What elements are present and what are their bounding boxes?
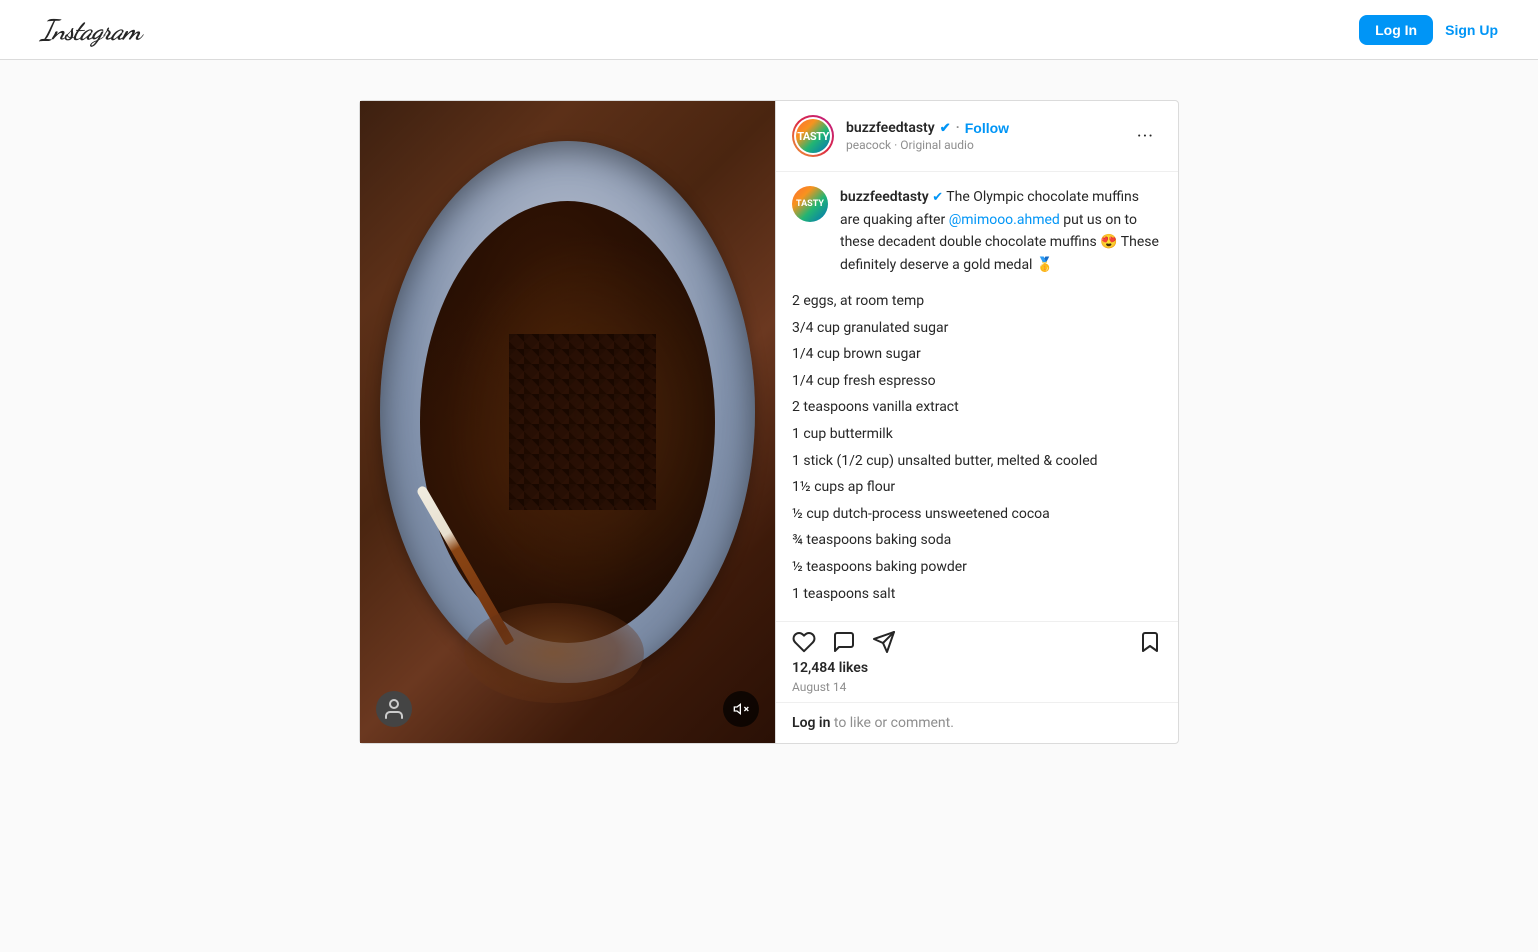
verified-badge-caption: ✔ xyxy=(932,190,943,205)
post-header-username: buzzfeedtasty ✔ · Follow xyxy=(846,120,1129,136)
caption-user-row: TASTY buzzfeedtasty ✔ The Olympic chocol… xyxy=(792,186,1162,276)
caption-area: TASTY buzzfeedtasty ✔ The Olympic chocol… xyxy=(776,172,1178,621)
recipe-item: 1 teaspoons salt xyxy=(792,581,1162,608)
post-image xyxy=(360,101,775,743)
action-icons xyxy=(792,630,1162,654)
follow-button[interactable]: Follow xyxy=(965,120,1009,136)
comment-icon xyxy=(832,630,856,654)
video-controls xyxy=(376,691,759,727)
post-header: TASTY buzzfeedtasty ✔ · Follow peacock ·… xyxy=(776,101,1178,172)
post-header-info: buzzfeedtasty ✔ · Follow peacock · Origi… xyxy=(846,120,1129,152)
person-icon xyxy=(382,697,406,721)
caption-text: buzzfeedtasty ✔ The Olympic chocolate mu… xyxy=(840,186,1162,276)
main-content: TASTY buzzfeedtasty ✔ · Follow peacock ·… xyxy=(0,60,1538,784)
share-icon xyxy=(872,630,896,654)
recipe-item: ½ cup dutch-process unsweetened cocoa xyxy=(792,501,1162,528)
recipe-item: 1 cup buttermilk xyxy=(792,421,1162,448)
username-label[interactable]: buzzfeedtasty xyxy=(846,120,935,136)
heart-icon xyxy=(792,630,816,654)
likes-count: 12,484 likes xyxy=(792,660,1162,676)
recipe-item: 2 eggs, at room temp xyxy=(792,288,1162,315)
login-button[interactable]: Log In xyxy=(1359,15,1433,45)
actions-bar: 12,484 likes August 14 xyxy=(776,621,1178,702)
user-avatar: TASTY xyxy=(796,119,830,153)
post-content-side: TASTY buzzfeedtasty ✔ · Follow peacock ·… xyxy=(775,101,1178,743)
like-button[interactable] xyxy=(792,630,816,654)
bowl-outer xyxy=(380,141,755,683)
choc-pieces xyxy=(509,334,657,511)
caption-username[interactable]: buzzfeedtasty xyxy=(840,189,929,205)
recipe-item: 1/4 cup brown sugar xyxy=(792,341,1162,368)
recipe-list: 2 eggs, at room temp3/4 cup granulated s… xyxy=(792,288,1162,607)
bowl-inner xyxy=(420,201,715,643)
post-date: August 14 xyxy=(792,680,1162,694)
login-link[interactable]: Log in xyxy=(792,715,830,731)
mute-icon xyxy=(733,701,749,717)
login-comment-bar: Log in to like or comment. xyxy=(776,702,1178,743)
avatar-inner: TASTY xyxy=(794,117,832,155)
caption-mention[interactable]: @mimooo.ahmed xyxy=(949,212,1060,228)
header-actions: Log In Sign Up xyxy=(1359,15,1498,45)
recipe-item: 1½ cups ap flour xyxy=(792,474,1162,501)
recipe-item: 3/4 cup granulated sugar xyxy=(792,315,1162,342)
more-options-button[interactable]: ··· xyxy=(1129,122,1162,151)
save-button[interactable] xyxy=(1138,630,1162,654)
verified-badge: ✔ xyxy=(940,121,951,136)
hand-shadow xyxy=(464,603,644,703)
video-user-avatar[interactable] xyxy=(376,691,412,727)
dot-separator: · xyxy=(956,120,960,136)
recipe-item: ¾ teaspoons baking soda xyxy=(792,527,1162,554)
post-image-placeholder xyxy=(360,101,775,743)
user-avatar-container: TASTY xyxy=(792,115,834,157)
recipe-item: ½ teaspoons baking powder xyxy=(792,554,1162,581)
signup-button[interactable]: Sign Up xyxy=(1445,22,1498,38)
instagram-logo: Instagram xyxy=(40,13,141,47)
header: Instagram Log In Sign Up xyxy=(0,0,1538,60)
share-button[interactable] xyxy=(872,630,896,654)
mute-button[interactable] xyxy=(723,691,759,727)
login-prompt-text: to like or comment. xyxy=(834,715,954,731)
recipe-item: 2 teaspoons vanilla extract xyxy=(792,394,1162,421)
post-card: TASTY buzzfeedtasty ✔ · Follow peacock ·… xyxy=(359,100,1179,744)
caption-avatar: TASTY xyxy=(792,186,828,222)
recipe-item: 1/4 cup fresh espresso xyxy=(792,368,1162,395)
recipe-item: 1 stick (1/2 cup) unsalted butter, melte… xyxy=(792,448,1162,475)
post-subtitle: peacock · Original audio xyxy=(846,138,1129,152)
comment-button[interactable] xyxy=(832,630,856,654)
bookmark-icon xyxy=(1138,630,1162,654)
